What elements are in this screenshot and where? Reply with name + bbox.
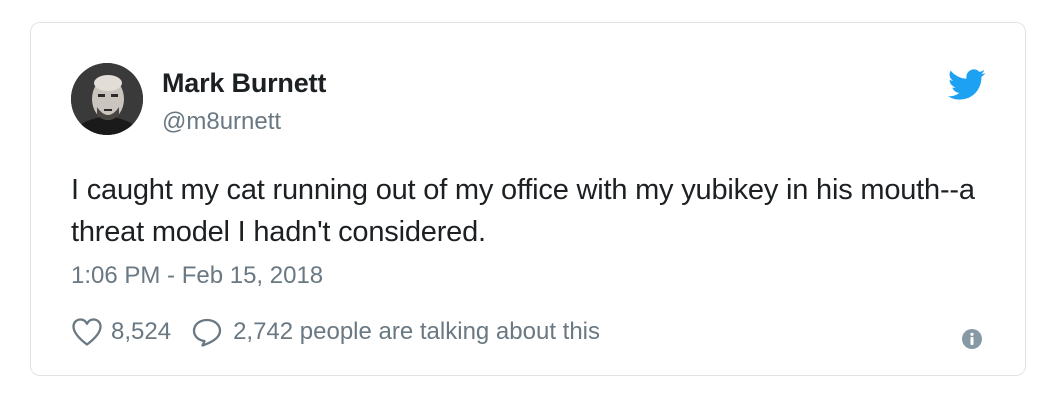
avatar-photo	[71, 63, 143, 135]
avatar[interactable]	[71, 63, 143, 135]
heart-icon	[71, 317, 103, 347]
like-count: 8,524	[111, 318, 172, 345]
author-name[interactable]: Mark Burnett	[162, 68, 326, 99]
tweet-timestamp[interactable]: 1:06 PM - Feb 15, 2018	[71, 262, 323, 290]
tweet-actions: 8,524 2,742 people are talking about thi…	[71, 315, 600, 349]
twitter-bird-icon[interactable]	[948, 69, 986, 101]
speech-bubble-icon	[191, 317, 223, 347]
talking-about-count: 2,742 people are talking about this	[233, 318, 600, 345]
like-button[interactable]: 8,524	[71, 317, 191, 347]
tweet-card: Mark Burnett @m8urnett I caught my cat r…	[30, 22, 1026, 376]
reply-button[interactable]: 2,742 people are talking about this	[191, 317, 600, 347]
tweet-text: I caught my cat running out of my office…	[71, 174, 975, 248]
author-handle[interactable]: @m8urnett	[162, 108, 281, 136]
info-icon[interactable]	[961, 328, 983, 350]
